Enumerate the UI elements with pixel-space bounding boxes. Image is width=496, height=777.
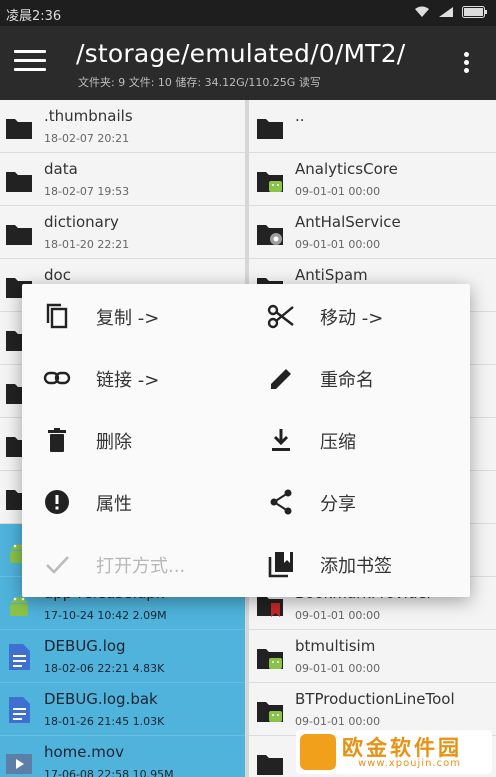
folder-icon xyxy=(6,172,32,192)
file-row[interactable]: btmultisim 09-01-01 00:00 xyxy=(249,630,496,683)
folder-settings-icon xyxy=(257,225,283,245)
file-meta: 09-01-01 00:00 xyxy=(295,185,381,198)
wifi-icon xyxy=(415,6,429,17)
file-meta: 17-10-24 10:42 2.09M xyxy=(44,609,167,622)
menu-item[interactable]: 压缩 xyxy=(246,408,470,470)
current-path: /storage/emulated/0/MT2/ xyxy=(76,39,406,68)
file-row[interactable]: DEBUG.log 18-02-06 22:21 4.83K xyxy=(0,630,245,683)
file-row[interactable]: DEBUG.log.bak 18-01-26 21:45 1.03K xyxy=(0,683,245,736)
menu-item: 打开方式... xyxy=(22,532,246,594)
file-row[interactable]: dictionary 18-01-20 22:21 xyxy=(0,206,245,259)
file-name: .thumbnails xyxy=(44,107,133,125)
folder-icon xyxy=(6,225,32,245)
menu-item-label: 移动 -> xyxy=(320,308,384,329)
storage-info: 文件夹: 9 文件: 10 储存: 34.12G/110.25G 读写 xyxy=(78,76,321,89)
menu-item[interactable]: 链接 -> xyxy=(22,346,246,408)
menu-item-label: 属性 xyxy=(96,494,132,515)
signal-icon xyxy=(439,7,453,17)
info-alert-icon xyxy=(45,490,69,514)
file-meta: 18-01-20 22:21 xyxy=(44,238,130,251)
menu-item-label: 添加书签 xyxy=(320,556,392,577)
folder-icon xyxy=(257,119,283,139)
menu-item[interactable]: 移动 -> xyxy=(246,284,470,346)
file-name: data xyxy=(44,160,78,178)
file-row[interactable]: data 18-02-07 19:53 xyxy=(0,153,245,206)
folder-icon xyxy=(6,119,32,139)
file-meta: 18-02-07 19:53 xyxy=(44,185,130,198)
menu-item[interactable]: 复制 -> xyxy=(22,284,246,346)
folder-android-icon xyxy=(257,702,283,722)
status-bar: 凌晨2:36 xyxy=(0,0,496,26)
file-name: btmultisim xyxy=(295,637,376,655)
more-options-icon[interactable] xyxy=(464,52,470,76)
status-icons xyxy=(414,6,488,18)
file-meta: 18-01-26 21:45 1.03K xyxy=(44,715,165,728)
file-row[interactable]: home.mov 17-06-08 22:58 10.95M xyxy=(0,736,245,777)
watermark-logo-icon xyxy=(300,734,336,770)
file-name: home.mov xyxy=(44,743,124,761)
menu-item-label: 复制 -> xyxy=(96,308,160,329)
file-name: AnalyticsCore xyxy=(295,160,398,178)
file-meta: 09-01-01 00:00 xyxy=(295,662,381,675)
file-name: BTProductionLineTool xyxy=(295,690,455,708)
trash-icon xyxy=(48,428,66,452)
file-name: AntHalService xyxy=(295,213,401,231)
check-icon xyxy=(46,556,69,574)
file-meta: 09-01-01 00:00 xyxy=(295,715,381,728)
menu-item[interactable]: 属性 xyxy=(22,470,246,532)
file-row[interactable]: AntHalService 09-01-01 00:00 xyxy=(249,206,496,259)
copy-icon xyxy=(46,303,68,329)
menu-item-label: 打开方式... xyxy=(96,556,186,577)
file-meta: 18-02-07 20:21 xyxy=(44,132,130,145)
watermark: 欧金软件园 www.xpoujin.com xyxy=(296,730,492,774)
file-meta: 09-01-01 00:00 xyxy=(295,238,381,251)
context-menu: 复制 -> 移动 -> 链接 -> 重命名删除 压缩属性 分享打开方式... 添加书签 xyxy=(22,284,470,597)
file-row[interactable]: .. xyxy=(249,100,496,153)
folder-android-icon xyxy=(257,172,283,192)
menu-item[interactable]: 添加书签 xyxy=(246,532,470,594)
file-row[interactable]: .thumbnails 18-02-07 20:21 xyxy=(0,100,245,153)
file-row[interactable]: BTProductionLineTool 09-01-01 00:00 xyxy=(249,683,496,736)
file-meta: 09-01-01 00:00 xyxy=(295,609,381,622)
download-icon xyxy=(272,429,290,451)
file-row[interactable]: AnalyticsCore 09-01-01 00:00 xyxy=(249,153,496,206)
menu-item-label: 链接 -> xyxy=(96,370,160,391)
battery-icon xyxy=(462,6,487,18)
share-icon xyxy=(270,489,292,515)
status-time: 凌晨2:36 xyxy=(6,9,62,24)
watermark-subtitle: www.xpoujin.com xyxy=(358,758,461,769)
video-icon xyxy=(6,754,32,774)
bookmark-collection-icon xyxy=(268,552,293,578)
file-meta: 17-06-08 22:58 10.95M xyxy=(44,768,174,777)
hamburger-menu-icon[interactable] xyxy=(14,50,46,76)
file-name: DEBUG.log xyxy=(44,637,126,655)
menu-item[interactable]: 分享 xyxy=(246,470,470,532)
file-name: DEBUG.log.bak xyxy=(44,690,158,708)
menu-item-label: 分享 xyxy=(320,494,356,515)
file-name: doc xyxy=(44,266,71,284)
folder-android-icon xyxy=(257,649,283,669)
menu-item-label: 删除 xyxy=(96,432,132,453)
scissors-icon xyxy=(267,304,294,329)
menu-item-label: 重命名 xyxy=(320,370,374,391)
pencil-icon xyxy=(271,369,291,389)
document-icon xyxy=(9,644,30,670)
file-name: AntiSpam xyxy=(295,266,368,284)
menu-item[interactable]: 删除 xyxy=(22,408,246,470)
menu-item[interactable]: 重命名 xyxy=(246,346,470,408)
app-bar: /storage/emulated/0/MT2/ 文件夹: 9 文件: 10 储… xyxy=(0,26,496,100)
file-name: dictionary xyxy=(44,213,119,231)
link-icon xyxy=(43,371,71,385)
menu-item-label: 压缩 xyxy=(320,432,356,453)
folder-icon xyxy=(257,755,283,775)
file-meta: 18-02-06 22:21 4.83K xyxy=(44,662,165,675)
file-name: .. xyxy=(295,107,305,125)
document-icon xyxy=(9,697,30,723)
